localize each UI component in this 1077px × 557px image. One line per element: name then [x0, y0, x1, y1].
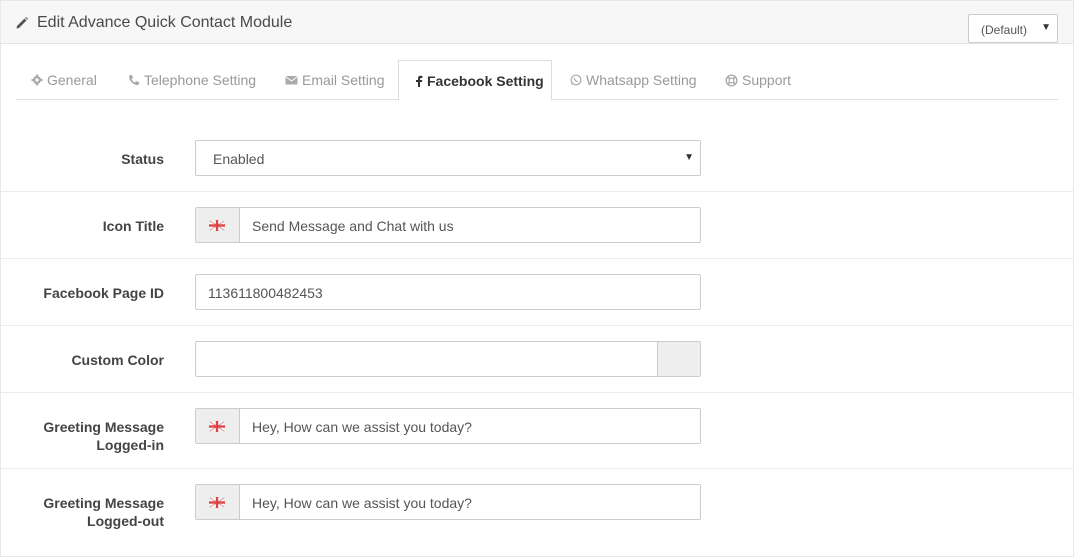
greeting-logged-out-value: Hey, How can we assist you today? — [252, 495, 472, 511]
form-row-icon-title: Icon Title Send Message and Chat with us — [1, 192, 1073, 259]
greeting-logged-out-label: Greeting Message Logged-out — [43, 494, 164, 530]
language-addon — [196, 409, 240, 443]
page-id-input[interactable]: 113611800482453 — [195, 274, 701, 310]
form-row-page-id: Facebook Page ID 113611800482453 — [1, 259, 1073, 326]
module-panel: Edit Advance Quick Contact Module (Defau… — [0, 0, 1074, 557]
tab-general-label: General — [47, 72, 97, 88]
chevron-down-icon: ▼ — [684, 152, 694, 163]
form-row-greeting-logged-in: Greeting Message Logged-in Hey, How can … — [1, 393, 1073, 469]
language-addon — [196, 208, 240, 242]
form-row-custom-color: Custom Color — [1, 326, 1073, 393]
greeting-logged-out-label-line1: Greeting Message — [43, 495, 164, 511]
page-id-label: Facebook Page ID — [43, 285, 164, 301]
whatsapp-icon — [570, 74, 582, 86]
language-addon — [196, 485, 240, 519]
status-label: Status — [121, 151, 164, 167]
gear-icon — [31, 74, 43, 86]
icon-title-label: Icon Title — [102, 218, 164, 234]
custom-color-label: Custom Color — [71, 352, 164, 368]
tab-telephone[interactable]: Telephone Setting — [128, 60, 256, 100]
greeting-logged-out-input[interactable]: Hey, How can we assist you today? — [195, 484, 701, 520]
icon-title-input[interactable]: Send Message and Chat with us — [195, 207, 701, 243]
panel-heading: Edit Advance Quick Contact Module (Defau… — [1, 0, 1073, 44]
greeting-logged-in-label-line2: Logged-in — [96, 437, 164, 453]
store-select[interactable]: (Default) ▼ — [968, 14, 1058, 43]
custom-color-input[interactable] — [195, 341, 701, 377]
lifebuoy-icon — [725, 74, 738, 87]
chevron-down-icon: ▼ — [1041, 22, 1051, 33]
greeting-logged-in-input[interactable]: Hey, How can we assist you today? — [195, 408, 701, 444]
tab-telephone-label: Telephone Setting — [144, 72, 257, 88]
greeting-logged-in-value: Hey, How can we assist you today? — [252, 419, 472, 435]
pencil-icon — [16, 17, 28, 29]
tab-email[interactable]: Email Setting — [285, 60, 384, 100]
store-select-value: (Default) — [981, 23, 1028, 37]
greeting-logged-in-label-line1: Greeting Message — [43, 419, 164, 435]
page-title: Edit Advance Quick Contact Module — [15, 14, 292, 32]
facebook-icon — [416, 75, 423, 87]
form-row-greeting-logged-out: Greeting Message Logged-out Hey, How can… — [1, 469, 1073, 557]
tab-general[interactable]: General — [31, 60, 97, 100]
tab-support[interactable]: Support — [725, 60, 791, 100]
greeting-logged-out-label-line2: Logged-out — [87, 513, 164, 529]
tab-whatsapp-label: Whatsapp Setting — [586, 72, 697, 88]
greeting-logged-in-label: Greeting Message Logged-in — [43, 418, 164, 454]
tab-facebook-label: Facebook Setting — [427, 73, 544, 89]
status-select-value: Enabled — [213, 151, 265, 167]
uk-flag-icon — [209, 497, 225, 508]
form-row-status: Status Enabled ▼ — [1, 124, 1073, 192]
tab-bar: General Telephone Setting Email Setting … — [16, 60, 1058, 101]
tab-support-label: Support — [742, 72, 792, 88]
tab-facebook[interactable]: Facebook Setting — [398, 60, 552, 101]
page-id-value: 113611800482453 — [208, 285, 323, 301]
uk-flag-icon — [209, 421, 225, 432]
phone-icon — [129, 75, 139, 86]
tab-email-label: Email Setting — [302, 72, 385, 88]
tab-whatsapp[interactable]: Whatsapp Setting — [570, 60, 697, 100]
status-select[interactable]: Enabled ▼ — [195, 140, 701, 176]
page-title-text: Edit Advance Quick Contact Module — [37, 14, 293, 31]
color-picker-swatch[interactable] — [657, 342, 700, 376]
uk-flag-icon — [209, 220, 225, 231]
icon-title-value: Send Message and Chat with us — [252, 218, 454, 234]
envelope-icon — [285, 76, 298, 85]
